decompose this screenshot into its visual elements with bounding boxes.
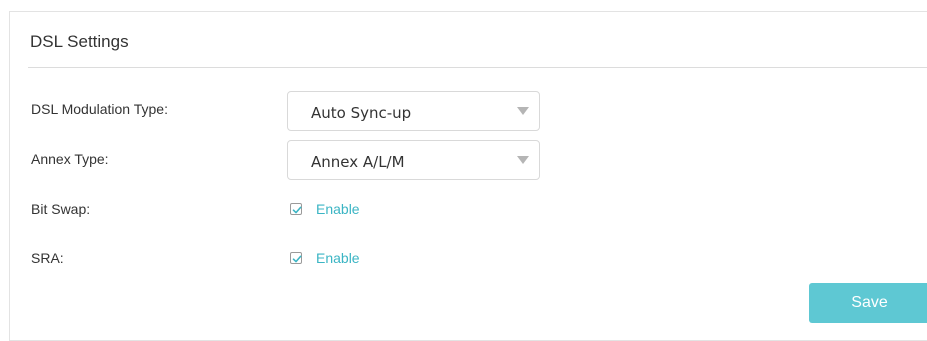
sra-enable-label[interactable]: Enable xyxy=(316,250,360,266)
checkmark-icon[interactable] xyxy=(290,203,302,215)
save-button[interactable]: Save xyxy=(809,283,927,323)
modulation-type-select[interactable]: Auto Sync-up xyxy=(287,91,540,131)
bit-swap-enable-label[interactable]: Enable xyxy=(316,201,360,217)
annex-type-label: Annex Type: xyxy=(31,151,109,167)
section-title: DSL Settings xyxy=(30,32,129,51)
chevron-down-icon xyxy=(517,156,529,164)
annex-type-select[interactable]: Annex A/L/M xyxy=(287,140,540,180)
modulation-type-value: Auto Sync-up xyxy=(311,104,412,122)
bit-swap-enable-checkbox[interactable]: Enable xyxy=(290,201,360,217)
chevron-down-icon xyxy=(517,107,529,115)
annex-type-value: Annex A/L/M xyxy=(311,153,405,171)
sra-label: SRA: xyxy=(31,250,64,266)
section-divider xyxy=(28,67,927,68)
bit-swap-label: Bit Swap: xyxy=(31,201,91,217)
checkmark-icon[interactable] xyxy=(290,252,302,264)
modulation-type-label: DSL Modulation Type: xyxy=(31,101,168,117)
sra-enable-checkbox[interactable]: Enable xyxy=(290,250,360,266)
